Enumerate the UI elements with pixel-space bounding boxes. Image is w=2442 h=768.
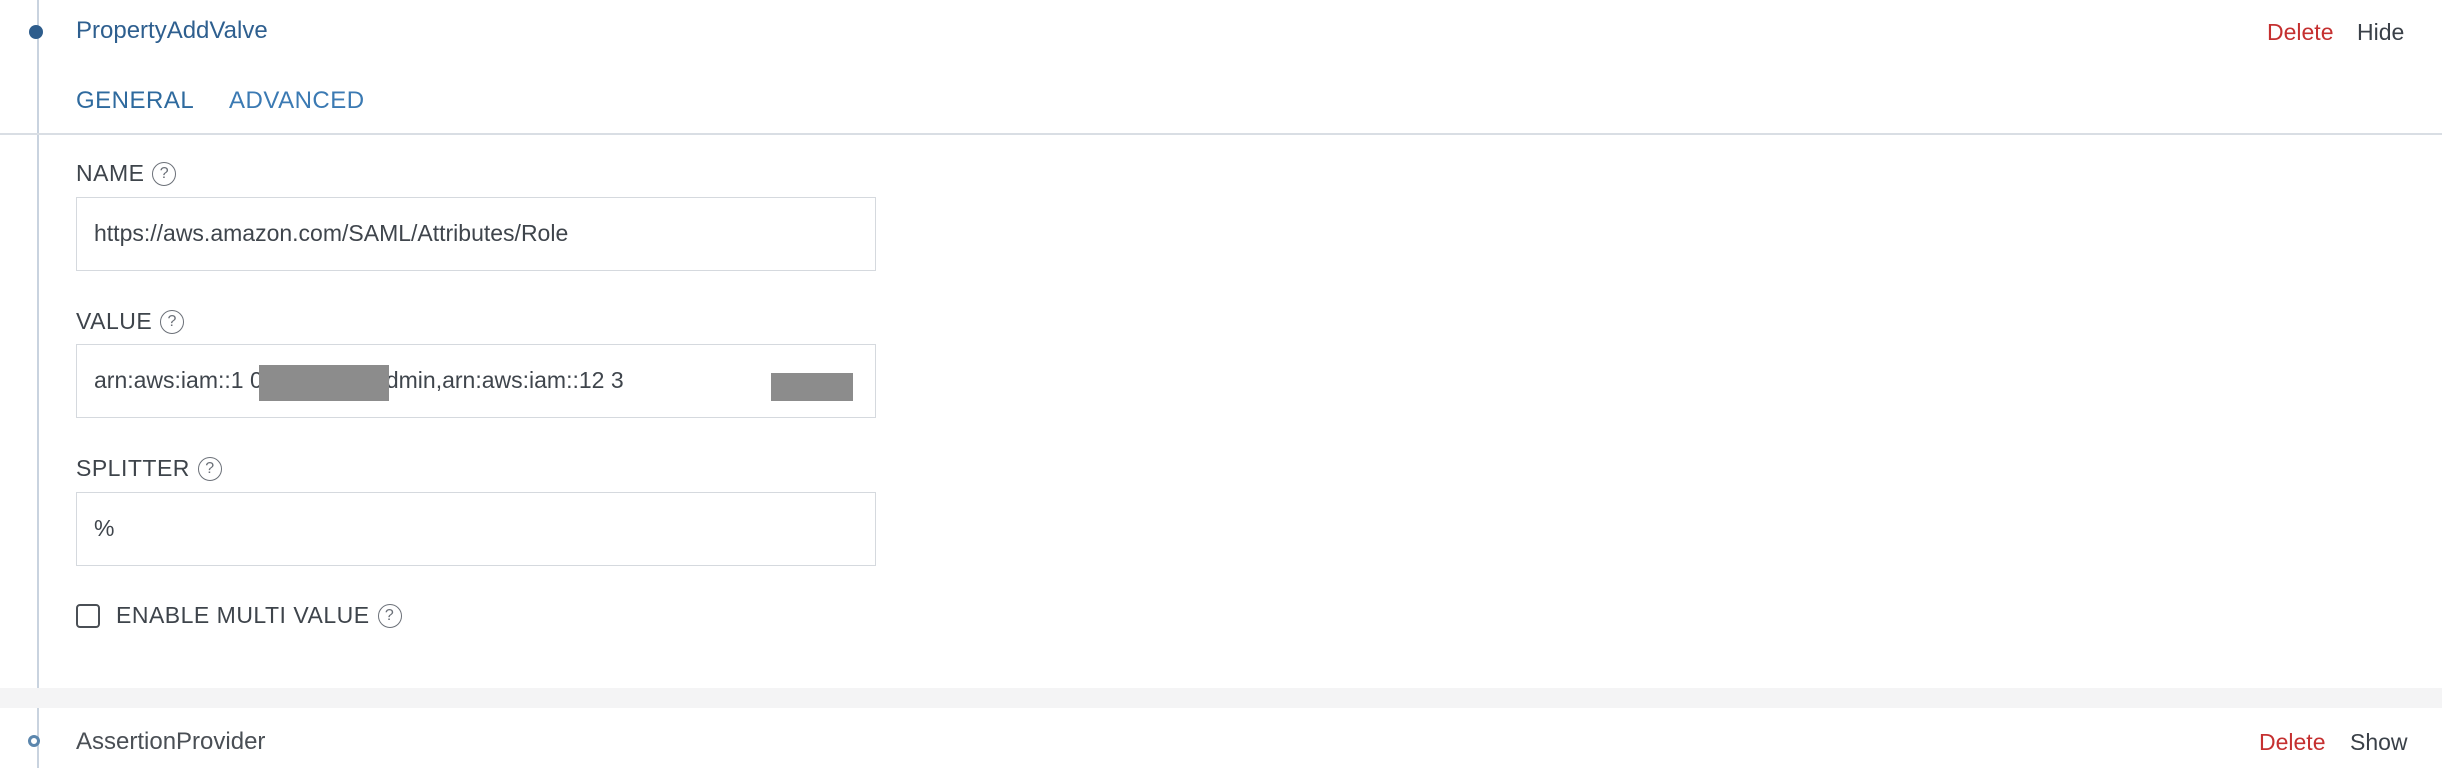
valve-title: PropertyAddValve bbox=[76, 17, 268, 44]
multi-value-checkbox[interactable] bbox=[76, 603, 100, 628]
name-label: NAME bbox=[76, 160, 145, 186]
assertion-provider-title: AssertionProvider bbox=[76, 728, 266, 755]
value-input[interactable]: arn:aws:iam::1 0:role/AWS-admin,arn:aws:… bbox=[76, 344, 876, 418]
splitter-label-row: SPLITTER ? bbox=[76, 455, 222, 482]
timeline-line bbox=[37, 0, 39, 768]
help-icon[interactable]: ? bbox=[377, 603, 402, 628]
splitter-label: SPLITTER bbox=[76, 455, 190, 481]
tabs-divider bbox=[0, 133, 2442, 135]
name-input[interactable]: https://aws.amazon.com/SAML/Attributes/R… bbox=[76, 197, 876, 271]
section-separator bbox=[0, 688, 2442, 708]
value-label: VALUE bbox=[76, 308, 153, 334]
help-icon[interactable]: ? bbox=[160, 309, 185, 334]
tab-advanced[interactable]: ADVANCED bbox=[229, 87, 365, 115]
hide-button[interactable]: Hide bbox=[2357, 19, 2404, 46]
multi-value-label: ENABLE MULTI VALUE bbox=[116, 602, 370, 628]
redaction-block bbox=[259, 365, 389, 401]
name-label-row: NAME ? bbox=[76, 160, 177, 187]
tab-general[interactable]: GENERAL bbox=[76, 87, 194, 115]
timeline-dot-collapsed bbox=[28, 735, 40, 747]
help-icon[interactable]: ? bbox=[197, 456, 222, 481]
timeline-dot-active bbox=[29, 25, 43, 39]
splitter-input[interactable]: % bbox=[76, 492, 876, 566]
multi-value-row: ENABLE MULTI VALUE ? bbox=[76, 602, 402, 629]
value-label-row: VALUE ? bbox=[76, 308, 185, 335]
show-button[interactable]: Show bbox=[2350, 729, 2408, 756]
delete-button[interactable]: Delete bbox=[2267, 19, 2333, 46]
redaction-block bbox=[771, 373, 853, 401]
delete-button[interactable]: Delete bbox=[2259, 729, 2325, 756]
help-icon[interactable]: ? bbox=[152, 161, 177, 186]
